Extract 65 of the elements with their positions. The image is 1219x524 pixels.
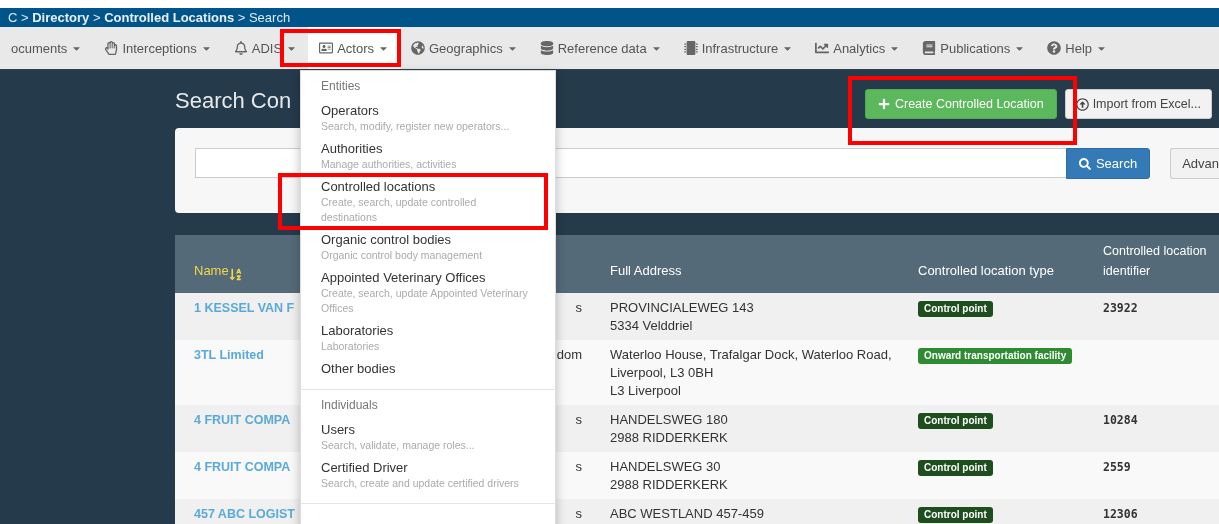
- nav-menu-item[interactable]: Reference data: [528, 27, 673, 69]
- type-badge: Control point: [918, 507, 993, 523]
- menu-item[interactable]: Authorities Manage authorities, activities: [321, 140, 457, 172]
- type-badge: Control point: [918, 301, 993, 317]
- nav-menu-item[interactable]: Help: [1036, 27, 1119, 69]
- sort-icon: [228, 268, 242, 281]
- column-header: Controlled location type: [917, 262, 1055, 280]
- menu-item[interactable]: Certified Driver Search, create and update certified drivers: [321, 459, 519, 491]
- address-line: Waterloo House, Trafalgar Dock, Waterloo Road,: [610, 346, 893, 364]
- column-header: Controlled location identifier: [1102, 243, 1208, 280]
- nav-menu-item[interactable]: Geographics: [400, 27, 529, 69]
- menu-item[interactable]: Other bodies: [321, 360, 396, 377]
- table-cell: s: [575, 300, 582, 315]
- identifier-text: 12306: [1103, 507, 1138, 521]
- table-cell: s: [575, 506, 582, 521]
- identifier-text: 23922: [1103, 301, 1138, 315]
- plus-icon: [877, 98, 890, 110]
- upload-icon: [1075, 97, 1089, 111]
- address-line: HANDELSWEG 180: [610, 411, 729, 429]
- id-card-icon: [319, 41, 334, 55]
- chip-icon: [683, 41, 698, 55]
- menu-section-header: Entities: [320, 79, 362, 95]
- table-cell: s: [575, 412, 582, 427]
- nav-menu-item[interactable]: Interceptions: [93, 27, 223, 69]
- address-line: 2988 RIDDERKERK: [610, 476, 729, 494]
- page-title: Search Con: [175, 88, 292, 114]
- type-badge: Control point: [918, 460, 993, 476]
- column-header: Full Address: [609, 262, 683, 280]
- advanced-search-button[interactable]: Advan: [1170, 148, 1219, 179]
- type-badge: Control point: [918, 413, 993, 429]
- address-line: ABC WESTLAND 457-459: [610, 505, 765, 523]
- menu-item[interactable]: Laboratories Laboratories: [321, 322, 394, 354]
- address-line: Liverpool, L3 0BH: [610, 364, 715, 382]
- help-icon: [1047, 41, 1062, 55]
- chart-icon: [815, 41, 830, 55]
- address-line: L3 Liverpool: [610, 382, 682, 400]
- identifier-text: 10284: [1103, 413, 1138, 427]
- nav-menu-item[interactable]: Infrastructure: [672, 27, 805, 69]
- nav-menu-item[interactable]: ocuments: [0, 27, 94, 69]
- table-cell: dom: [556, 347, 582, 362]
- book-icon: [922, 41, 937, 55]
- address-line: HANDELSWEG 30: [610, 458, 722, 476]
- database-icon: [539, 41, 554, 55]
- menu-item[interactable]: Users Search, validate, manage roles...: [321, 421, 475, 453]
- search-icon: [1078, 157, 1091, 170]
- globe-icon: [411, 41, 425, 55]
- identifier-text: 2559: [1103, 460, 1131, 474]
- menu-item[interactable]: Organic control bodies Organic control body management: [321, 231, 483, 263]
- address-line: PROVINCIALEWEG 143: [610, 299, 755, 317]
- column-header[interactable]: Name: [175, 235, 300, 293]
- menu-section-header: Individuals: [320, 398, 379, 414]
- address-line: 5334 Velddriel: [610, 317, 694, 335]
- address-line: 2988 RIDDERKERK: [610, 429, 729, 447]
- menu-item[interactable]: Controlled locations Create, search, update controlled destinations: [321, 178, 535, 225]
- table-cell: s: [575, 459, 582, 474]
- nav-menu-item[interactable]: Publications: [911, 27, 1037, 69]
- type-badge: Onward transportation facility: [918, 348, 1073, 364]
- nav-menu-item[interactable]: Analytics: [804, 27, 912, 69]
- breadcrumb: C > Directory > Controlled Locations > Search: [0, 8, 1219, 27]
- menu-item[interactable]: Operators Search, modify, register new operators...: [321, 102, 510, 134]
- menu-item[interactable]: Appointed Veterinary Offices Create, search, update Appointed Veterinary Offices: [321, 269, 535, 316]
- hand-icon: [104, 41, 119, 55]
- search-button[interactable]: Search: [1065, 148, 1151, 179]
- bell-icon: [233, 41, 248, 55]
- import-button[interactable]: Import from Excel...: [1064, 89, 1212, 119]
